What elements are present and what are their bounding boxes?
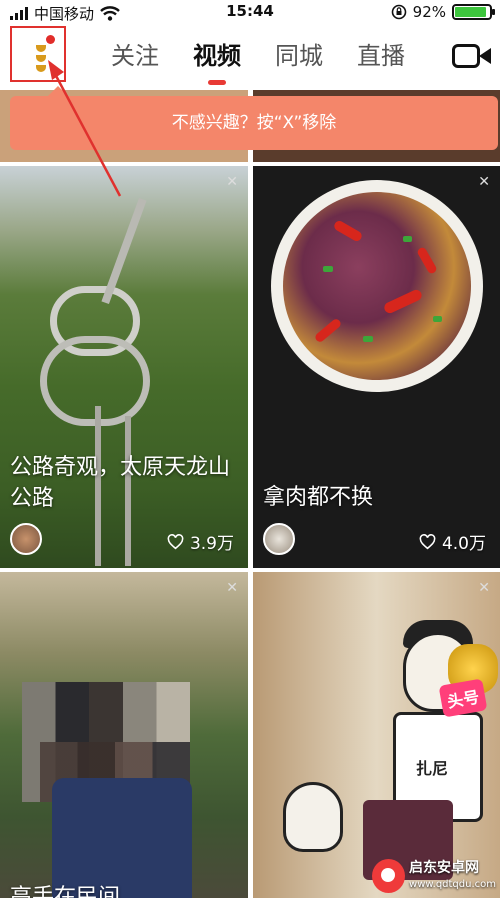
food-image [283,192,471,380]
close-icon[interactable]: ✕ [226,174,238,190]
feed-card[interactable]: ✕ 高手在民间 [0,572,248,898]
close-icon[interactable]: ✕ [226,580,238,596]
feed-card[interactable]: ✕ 拿肉都不换 4.0万 [253,166,500,568]
tab-live[interactable]: 直播 [340,38,422,78]
card-title: 高手在民间 [10,885,121,898]
battery-percent: 92% [412,3,446,21]
channel-tabs: 关注 视频 同城 直播 [94,38,422,85]
heart-icon [419,533,436,549]
tab-local[interactable]: 同城 [258,38,340,78]
card-title: 公路奇观，太原天龙山公路 [10,455,231,511]
card-title: 拿肉都不换 [263,485,374,510]
watermark-logo-icon [372,859,406,893]
watermark-name: 启东安卓网 [409,859,480,876]
card-meta: 4.0万 [253,518,500,568]
card-meta: 3.9万 [0,518,248,568]
person-image [52,778,192,898]
avatar[interactable] [263,523,295,555]
watermark-url: www.qdtqdu.com [409,878,496,890]
feed-card[interactable]: 扎尼 头号 ✕ [253,572,500,898]
rotation-lock-icon [391,4,406,20]
feed-card[interactable]: ✕ 公路奇观，太原天龙山公路 3.9万 [0,166,248,568]
avatar[interactable] [10,523,42,555]
close-icon[interactable]: ✕ [478,580,490,596]
site-watermark: 启东安卓网 www.qdtqdu.com [372,856,496,896]
like-count: 4.0万 [419,529,486,554]
tab-video[interactable]: 视频 [176,38,258,85]
video-camera-icon[interactable] [452,42,492,70]
like-count: 3.9万 [167,529,234,554]
close-icon[interactable]: ✕ [478,174,490,190]
notification-dot [46,35,55,44]
battery-icon [452,4,495,20]
annotation-arrow-icon [48,60,122,197]
status-bar: 中国移动 15:44 92% [0,0,500,24]
battery-fill [455,7,487,17]
heart-icon [167,533,184,549]
